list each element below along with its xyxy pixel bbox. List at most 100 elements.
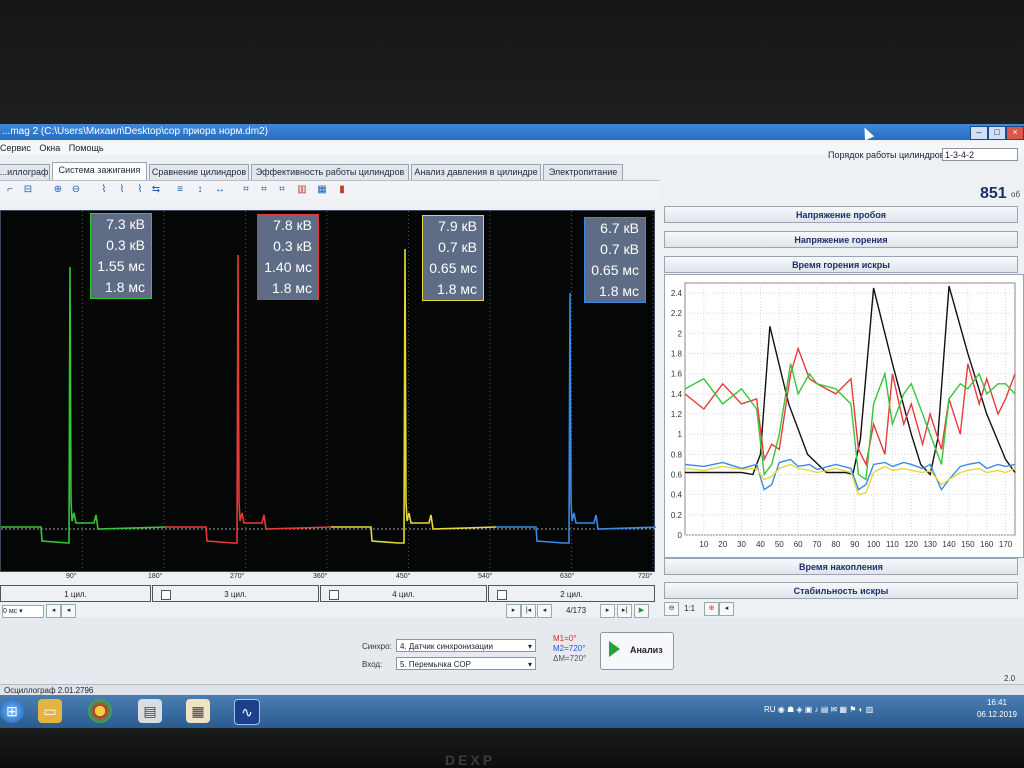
cyl3-label: 3 цил. [224, 590, 247, 599]
navigation-bar: 0 мс ▾ ◂ ◂ ▸ |◂ ◂ 4/173 ▸ ▸| ▶ [0, 604, 660, 618]
timebase-select[interactable]: 0 мс ▾ [2, 605, 44, 618]
breakdown-voltage-panel[interactable]: Напряжение пробоя [664, 206, 1018, 223]
wave-split-icon[interactable]: ⌇ [116, 184, 128, 196]
cyl2-label: 2 цил. [560, 590, 583, 599]
first-page-button[interactable]: |◂ [521, 604, 536, 618]
language-indicator[interactable]: RU [764, 705, 776, 714]
degree-label: 720° [638, 573, 653, 580]
menu-windows[interactable]: Окна [39, 143, 60, 153]
marker-pair-icon[interactable]: ⌗ [258, 184, 270, 196]
cursor-tool-icon[interactable]: ⌐ [4, 184, 16, 196]
x-tick-label: 90 [850, 540, 859, 549]
burn-time-plot: 0 0.2 0.4 0.6 0.8 1 1.2 1.4 1.6 1.8 2 2.2 2.4 10 20 30 4… [671, 282, 1016, 549]
chrome-icon[interactable] [88, 699, 112, 723]
degree-label: 450° [396, 573, 411, 580]
vertical-scale-icon[interactable]: ↕ [194, 184, 206, 196]
prev-page-button[interactable]: ◂ [537, 604, 552, 618]
cyl3-burn-voltage: 0.3 кВ [273, 238, 312, 254]
pattern-icon[interactable]: ▦ [316, 184, 328, 196]
cyl3-checkbox[interactable] [161, 590, 171, 600]
scroll-left2-button[interactable]: ◂ [61, 604, 76, 618]
burn-voltage-panel[interactable]: Напряжение горения [664, 231, 1018, 248]
cyl4-checkbox[interactable] [329, 590, 339, 600]
dwell-time-panel[interactable]: Время накопления [664, 558, 1018, 575]
tab-pressure[interactable]: Анализ давления в цилиндре [411, 164, 541, 180]
y-tick-label: 1.4 [671, 390, 683, 399]
play-button[interactable]: ▶ [634, 604, 649, 618]
cyl1-label: 1 цил. [64, 590, 87, 599]
spark-stability-panel[interactable]: Стабильность искры [664, 582, 1018, 599]
chart-scroll-left-button[interactable]: ◂ [719, 602, 734, 616]
timebase-value: 0 мс [3, 608, 18, 615]
oscilloscope-view[interactable]: 7.3 кВ 0.3 кВ 1.55 мс 1.8 мс 7.8 кВ 0.3 … [0, 210, 656, 573]
wave-overlay-icon[interactable]: ⇆ [150, 184, 162, 196]
clock-time: 16:41 [986, 698, 1008, 707]
close-button[interactable]: × [1006, 126, 1024, 140]
y-tick-label: 1 [678, 430, 683, 439]
tab-oscilloscope[interactable]: ...иллограф [0, 164, 50, 180]
analyze-button[interactable]: Анализ [600, 632, 674, 670]
rpm-value: 851 [980, 185, 1007, 202]
burn-time-panel[interactable]: Время горения искры [664, 256, 1018, 273]
clock[interactable]: 16:41 06.12.2019 [970, 697, 1024, 721]
cyl1-toggle[interactable]: 1 цил. [0, 585, 151, 602]
horizontal-scale-icon[interactable]: ↔ [214, 184, 226, 196]
tab-ignition[interactable]: Система зажигания [52, 162, 147, 181]
cyl1-dwell: 1.8 мс [105, 279, 145, 295]
cyl2-toggle[interactable]: 2 цил. [488, 585, 655, 602]
zoom-in-icon[interactable]: ⊕ [52, 184, 64, 196]
sync-select[interactable]: 4. Датчик синхронизации ▾ [396, 639, 536, 652]
system-tray: RU ◉ ☗ ◈ ▣ ♪ ▤ ✉ ▦ ⚑ ◐ ▥ [764, 705, 874, 714]
cyl4-burn-voltage: 0.7 кВ [438, 239, 477, 255]
maximize-button[interactable]: □ [988, 126, 1006, 140]
input-select[interactable]: 5. Перемычка СОР ▾ [396, 657, 536, 670]
degree-label: 630° [560, 573, 575, 580]
next-small-button[interactable]: ▸ [506, 604, 521, 618]
cyl2-value-box: 6.7 кВ 0.7 кВ 0.65 мс 1.8 мс [584, 217, 646, 303]
cyl1-value-box: 7.3 кВ 0.3 кВ 1.55 мс 1.8 мс [90, 213, 152, 299]
cyl4-burn-time: 0.65 мс [429, 260, 477, 276]
y-tick-label: 0.2 [671, 511, 683, 520]
cyl2-checkbox[interactable] [497, 590, 507, 600]
marker-delta-icon[interactable]: ⌗ [276, 184, 288, 196]
menu-help[interactable]: Помощь [69, 143, 104, 153]
minimize-button[interactable]: – [970, 126, 988, 140]
y-tick-label: 1.8 [671, 350, 683, 359]
menu-service[interactable]: Сервис [0, 143, 31, 153]
notes-icon[interactable]: ▦ [186, 699, 210, 723]
last-page-button[interactable]: ▸| [617, 604, 632, 618]
grid-lines-icon[interactable]: ≡ [174, 184, 186, 196]
start-button-icon[interactable]: ⊞ [0, 699, 24, 723]
tab-efficiency[interactable]: Эффективность работы цилиндров [251, 164, 409, 180]
wave-icon[interactable]: ⌇ [98, 184, 110, 196]
wave-merge-icon[interactable]: ⌇ [134, 184, 146, 196]
bar-chart-icon[interactable]: ▥ [296, 184, 308, 196]
zoom-out-button[interactable]: ⊖ [664, 602, 679, 616]
scroll-left-button[interactable]: ◂ [46, 604, 61, 618]
record-button[interactable]: ⊕ [704, 602, 719, 616]
histogram-icon[interactable]: ▮ [336, 184, 348, 196]
version-label: 2.0 [1004, 674, 1016, 683]
input-label: Вход: [362, 660, 383, 669]
file-explorer-icon[interactable]: ▭ [38, 699, 62, 723]
monitor-bezel-top [0, 0, 1024, 124]
next-page-button[interactable]: ▸ [600, 604, 615, 618]
document-icon[interactable]: ▤ [138, 699, 162, 723]
cyl3-toggle[interactable]: 3 цил. [152, 585, 319, 602]
tab-cylinder-compare[interactable]: Сравнение цилиндров [149, 164, 249, 180]
zoom-out-icon[interactable]: ⊖ [70, 184, 82, 196]
marker-icon[interactable]: ⌗ [240, 184, 252, 196]
input-value: 5. Перемычка СОР [400, 660, 471, 669]
x-tick-label: 140 [942, 540, 956, 549]
cyl1-burn-time: 1.55 мс [97, 258, 145, 274]
cylinder-order-select[interactable]: 1-3-4-2 [942, 148, 1018, 161]
tab-power[interactable]: Электропитание [543, 164, 623, 180]
x-tick-label: 20 [718, 540, 727, 549]
y-tick-label: 2 [678, 329, 683, 338]
cylinder-trace [1, 266, 167, 544]
cyl2-burn-voltage: 0.7 кВ [600, 241, 639, 257]
play-icon [609, 641, 620, 657]
select-tool-icon[interactable]: ⊟ [22, 184, 34, 196]
cyl4-toggle[interactable]: 4 цил. [320, 585, 487, 602]
motor-tester-app-icon[interactable]: ∿ [234, 699, 260, 725]
